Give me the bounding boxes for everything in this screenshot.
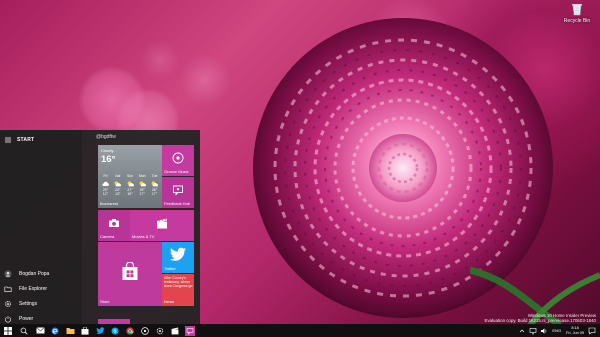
camera-label: Camera bbox=[100, 234, 115, 239]
forecast-day-name: Mon bbox=[138, 174, 146, 178]
partly-sunny-icon bbox=[149, 180, 160, 188]
start-menu-tiles-pane: @bgdftw Cloudy 16° Fri 20° 12° Sat 22° 1… bbox=[96, 130, 200, 324]
mail-icon[interactable] bbox=[32, 324, 48, 337]
folder-icon bbox=[4, 285, 12, 293]
partly-sunny-icon bbox=[125, 180, 136, 188]
groove-music-tile[interactable]: Groove Music bbox=[162, 145, 194, 176]
chevron-up-icon[interactable] bbox=[518, 327, 526, 335]
store-icon[interactable] bbox=[77, 324, 93, 337]
recycle-bin-desktop-icon[interactable]: Recycle Bin bbox=[562, 2, 592, 24]
news-headline: After Comey's testimony, where does Cong… bbox=[164, 276, 193, 289]
file-explorer-icon[interactable] bbox=[62, 324, 78, 337]
start-item-user[interactable]: Bogdan Popa bbox=[0, 266, 82, 281]
groove-music-icon bbox=[172, 152, 184, 164]
forecast-low: 17° bbox=[139, 191, 145, 196]
forecast-low: 13° bbox=[115, 191, 121, 196]
weather-tile[interactable]: Cloudy 16° Fri 20° 12° Sat 22° 13° Sun 2… bbox=[98, 145, 162, 208]
forecast-day: Mon 29° 17° bbox=[137, 174, 148, 196]
forecast-day-name: Fri bbox=[103, 174, 108, 178]
start-item-file-explorer-label: File Explorer bbox=[19, 285, 48, 292]
feedback-hub-icon bbox=[173, 185, 183, 196]
network-icon[interactable] bbox=[529, 327, 537, 335]
start-item-file-explorer[interactable]: File Explorer bbox=[0, 281, 82, 296]
weather-forecast: Fri 20° 12° Sat 22° 13° Sun 27° 15° Mon … bbox=[100, 174, 160, 196]
twitter-tile[interactable]: Twitter bbox=[162, 242, 194, 273]
cloud-icon bbox=[100, 180, 111, 188]
movies-icon[interactable] bbox=[167, 324, 183, 337]
store-tile[interactable]: Store bbox=[98, 242, 162, 306]
twitter-label: Twitter bbox=[164, 266, 176, 271]
feedback-hub-tile[interactable]: Feedback Hub bbox=[162, 177, 194, 208]
partly-sunny-icon bbox=[137, 180, 148, 188]
recycle-bin-label: Recycle Bin bbox=[563, 18, 591, 24]
start-item-power-label: Power bbox=[19, 315, 34, 322]
forecast-low: 15° bbox=[127, 191, 133, 196]
user-avatar-icon bbox=[4, 269, 12, 278]
start-menu-left-pane: START Bogdan Popa File Explorer Settings bbox=[0, 130, 82, 324]
clock[interactable]: 8:18 Fri, Jun 09 bbox=[566, 326, 584, 335]
chrome-icon[interactable] bbox=[122, 324, 138, 337]
notification-center-icon[interactable] bbox=[588, 327, 596, 335]
weather-condition: Cloudy bbox=[101, 148, 114, 153]
forecast-day: Fri 20° 12° bbox=[100, 174, 111, 196]
feedback-hub-label: Feedback Hub bbox=[164, 201, 191, 206]
groove-icon[interactable] bbox=[137, 324, 153, 337]
store-label: Store bbox=[100, 299, 110, 304]
twitter-bird-icon bbox=[169, 247, 186, 261]
start-menu-header: START bbox=[4, 135, 34, 145]
start-menu: START Bogdan Popa File Explorer Settings bbox=[0, 130, 200, 324]
forecast-day-name: Tue bbox=[151, 174, 158, 178]
language-indicator[interactable]: ENG bbox=[552, 328, 561, 333]
forecast-low: 12° bbox=[102, 191, 109, 196]
feedback-icon[interactable] bbox=[182, 324, 198, 337]
partly-sunny-icon bbox=[112, 180, 123, 188]
system-tray: ENG 8:18 Fri, Jun 09 bbox=[515, 324, 596, 337]
settings-icon[interactable] bbox=[152, 324, 168, 337]
forecast-day-name: Sun bbox=[126, 174, 134, 178]
news-label: News bbox=[164, 299, 175, 304]
power-icon bbox=[4, 315, 12, 323]
weather-temperature: 16° bbox=[101, 154, 116, 165]
flower-stem-image bbox=[470, 266, 600, 325]
volume-icon[interactable] bbox=[540, 327, 548, 335]
start-menu-title: START bbox=[17, 137, 35, 143]
search-icon[interactable] bbox=[16, 324, 32, 337]
svg-text:S: S bbox=[113, 328, 116, 333]
start-item-settings[interactable]: Settings bbox=[0, 296, 82, 311]
hamburger-menu-icon[interactable] bbox=[4, 136, 12, 144]
taskbar: S ENG 8:18 Fri, Jun 09 bbox=[0, 324, 600, 337]
start-menu-left-list: Bogdan Popa File Explorer Settings Power bbox=[0, 266, 82, 326]
forecast-low: 17° bbox=[151, 191, 158, 196]
camera-tile[interactable]: Camera bbox=[98, 210, 130, 241]
news-tile[interactable]: After Comey's testimony, where does Cong… bbox=[162, 274, 194, 306]
movies-tv-icon bbox=[157, 218, 167, 229]
recycle-bin-icon bbox=[572, 4, 582, 16]
groove-music-label: Groove Music bbox=[164, 169, 189, 174]
forecast-day: Sun 27° 15° bbox=[125, 174, 136, 196]
windows-start-icon[interactable] bbox=[0, 324, 16, 337]
store-bag-icon bbox=[122, 262, 138, 280]
camera-icon bbox=[109, 219, 119, 227]
forecast-day-name: Sat bbox=[115, 174, 121, 178]
forecast-day: Sat 22° 13° bbox=[112, 174, 123, 196]
weather-location: Bucharest bbox=[100, 201, 119, 206]
edge-icon[interactable] bbox=[47, 324, 63, 337]
build-watermark: Windows 10 Home Insider Preview Evaluati… bbox=[485, 313, 596, 323]
movies-tv-tile[interactable]: Movies & TV bbox=[130, 210, 194, 241]
skype-icon[interactable]: S bbox=[107, 324, 123, 337]
clock-date: Fri, Jun 09 bbox=[566, 330, 584, 335]
forecast-day: Tue 28° 17° bbox=[149, 174, 160, 196]
tile-group-title: @bgdftw bbox=[96, 134, 116, 140]
movies-tv-label: Movies & TV bbox=[132, 234, 155, 239]
start-item-settings-label: Settings bbox=[19, 300, 38, 307]
start-item-user-label: Bogdan Popa bbox=[19, 270, 50, 277]
gear-icon bbox=[4, 300, 12, 308]
twitter-icon[interactable] bbox=[92, 324, 108, 337]
watermark-line-2: Evaluation copy. Build 16215.rs_prerelea… bbox=[484, 317, 596, 323]
